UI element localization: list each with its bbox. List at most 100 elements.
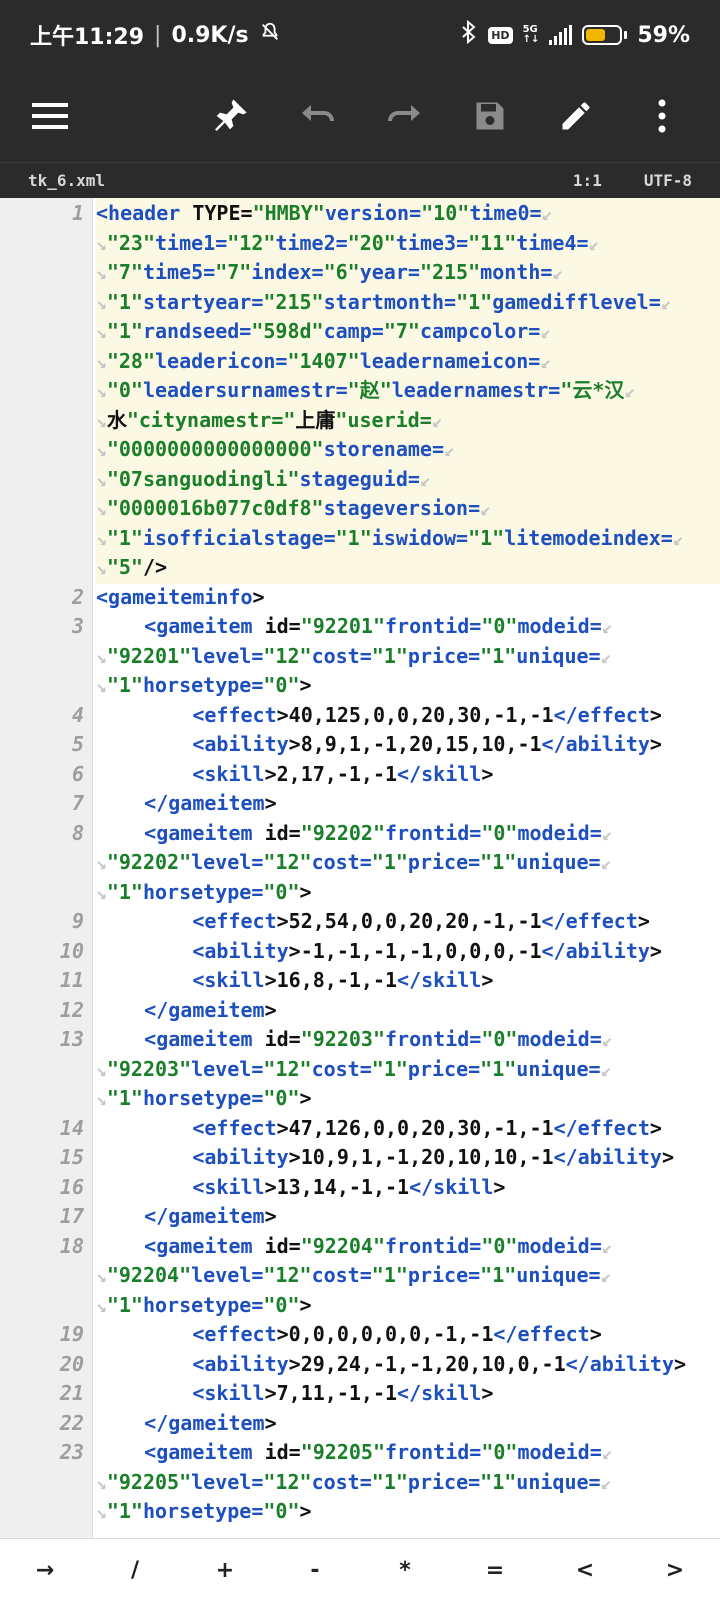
code-line[interactable]: 19 <effect>0,0,0,0,0,0,-1,-1</effect> — [0, 1319, 720, 1349]
save-icon[interactable] — [466, 92, 514, 140]
line-text: <skill>7,11,-1,-1</skill> — [192, 1381, 494, 1405]
line-text: ↘"07sanguodingli"stageguid=↙ — [96, 463, 720, 496]
hamburger-menu-icon[interactable] — [26, 92, 74, 140]
line-number: 2 — [71, 584, 84, 609]
code-line[interactable]: ↘"1"randseed="598d"camp="7"campcolor=↙ — [0, 316, 720, 348]
code-line[interactable]: ↘"23"time1="12"time2="20"time3="11"time4… — [0, 227, 720, 260]
symbol-key[interactable]: → — [10, 1558, 80, 1583]
line-text: ↘"1"horsetype="0"> — [96, 879, 312, 904]
code-line[interactable]: 6 <skill>2,17,-1,-1</skill> — [0, 759, 720, 789]
wrap-icon: ↙ — [660, 292, 672, 314]
code-line[interactable]: 21 <skill>7,11,-1,-1</skill> — [0, 1378, 720, 1408]
wrap-continue-icon: ↘ — [96, 1089, 107, 1110]
code-line[interactable]: 3 <gameitem id="92201"frontid="0"modeid=… — [0, 611, 720, 641]
wrap-icon: ↙ — [624, 381, 636, 402]
more-vert-icon[interactable] — [638, 92, 686, 140]
symbol-key[interactable]: + — [190, 1558, 260, 1583]
code-line[interactable]: 12 </gameitem> — [0, 995, 720, 1025]
line-text: <gameitem id="92201"frontid="0"modeid=↙ — [144, 614, 613, 638]
wrap-icon: ↙ — [600, 646, 612, 668]
wrap-continue-icon: ↘ — [96, 1266, 107, 1287]
line-text: ↘"1"randseed="598d"camp="7"campcolor=↙ — [96, 316, 720, 348]
wrap-continue-icon: ↘ — [96, 558, 107, 579]
pencil-icon[interactable] — [552, 92, 600, 140]
code-line[interactable]: 18 <gameitem id="92204"frontid="0"modeid… — [0, 1231, 720, 1261]
code-line[interactable]: 10 <ability>-1,-1,-1,-1,0,0,0,-1</abilit… — [0, 936, 720, 966]
status-time: 上午11:29 — [30, 25, 145, 50]
code-line[interactable]: 16 <skill>13,14,-1,-1</skill> — [0, 1172, 720, 1202]
line-text: <effect>40,125,0,0,20,30,-1,-1</effect> — [192, 702, 662, 727]
code-line[interactable]: ↘"07sanguodingli"stageguid=↙ — [0, 463, 720, 496]
line-text: ↘"0000000000000000"storename=↙ — [96, 434, 720, 466]
code-line[interactable]: 5 <ability>8,9,1,-1,20,15,10,-1</ability… — [0, 729, 720, 759]
symbol-key[interactable]: < — [550, 1558, 620, 1583]
code-line[interactable]: 15 <ability>10,9,1,-1,20,10,10,-1</abili… — [0, 1142, 720, 1172]
code-line[interactable]: 8 <gameitem id="92202"frontid="0"modeid=… — [0, 818, 720, 848]
line-number: 17 — [59, 1204, 84, 1228]
wrap-continue-icon: ↘ — [96, 233, 107, 255]
wrap-icon: ↙ — [601, 1443, 613, 1464]
code-line[interactable]: ↘"1"horsetype="0"> — [0, 1496, 720, 1526]
code-line[interactable]: ↘"92201"level="12"cost="1"price="1"uniqu… — [0, 641, 720, 671]
symbol-key[interactable]: > — [640, 1558, 710, 1583]
code-line[interactable]: ↘"92202"level="12"cost="1"price="1"uniqu… — [0, 847, 720, 877]
line-number: 20 — [59, 1351, 84, 1376]
symbol-key[interactable]: * — [370, 1558, 440, 1583]
code-line[interactable]: 11 <skill>16,8,-1,-1</skill> — [0, 965, 720, 995]
code-line[interactable]: 14 <effect>47,126,0,0,20,30,-1,-1</effec… — [0, 1113, 720, 1143]
code-line[interactable]: ↘"1"horsetype="0"> — [0, 670, 720, 700]
code-line[interactable]: ↘"1"startyear="215"startmonth="1"gamedif… — [0, 286, 720, 319]
code-line[interactable]: 4 <effect>40,125,0,0,20,30,-1,-1</effect… — [0, 700, 720, 730]
file-encoding[interactable]: UTF-8 — [644, 171, 692, 190]
status-bar: 上午11:29 | 0.9K/s HD 5G ↑↓ 59% — [0, 0, 720, 70]
line-text: ↘"1"horsetype="0"> — [96, 1292, 312, 1317]
line-text: ↘"28"leadericon="1407"leadernameicon=↙ — [96, 345, 720, 378]
code-line[interactable]: 22 </gameitem> — [0, 1408, 720, 1438]
symbol-key[interactable]: / — [100, 1558, 170, 1583]
code-line[interactable]: ↘"0000016b077c0df8"stageversion=↙ — [0, 493, 720, 525]
code-line[interactable]: ↘"92203"level="12"cost="1"price="1"uniqu… — [0, 1054, 720, 1084]
wrap-icon: ↙ — [600, 1059, 612, 1081]
redo-icon[interactable] — [380, 92, 428, 140]
file-name[interactable]: tk_6.xml — [28, 171, 105, 190]
code-editor[interactable]: 1 <header TYPE="HMBY"version="10"time0=↙ ↘… — [0, 198, 720, 1538]
code-line[interactable]: 2 <gameiteminfo> — [0, 582, 720, 612]
line-text: <header TYPE="HMBY"version="10"time0=↙ — [96, 198, 720, 230]
line-number: 21 — [59, 1381, 84, 1405]
code-line[interactable]: ↘"1"horsetype="0"> — [0, 1290, 720, 1320]
code-line[interactable]: ↘"1"horsetype="0"> — [0, 1083, 720, 1113]
code-line[interactable]: ↘水"citynamestr="上庸"userid=↙ — [0, 404, 720, 437]
line-text: ↘"92205"level="12"cost="1"price="1"uniqu… — [96, 1469, 612, 1494]
undo-icon[interactable] — [294, 92, 342, 140]
code-line[interactable]: ↘"92204"level="12"cost="1"price="1"uniqu… — [0, 1260, 720, 1290]
code-line[interactable]: ↘"1"isofficialstage="1"iswidow="1"litemo… — [0, 522, 720, 555]
wrap-continue-icon: ↘ — [96, 1059, 107, 1081]
code-line[interactable]: 17 </gameitem> — [0, 1201, 720, 1231]
wrap-continue-icon: ↘ — [96, 1295, 107, 1317]
code-line[interactable]: 7 </gameitem> — [0, 788, 720, 818]
code-line[interactable]: ↘"7"time5="7"index="6"year="215"month=↙ — [0, 257, 720, 289]
wrap-icon: ↙ — [540, 351, 552, 373]
code-line[interactable]: ↘"5"/> — [0, 552, 720, 584]
line-number: 13 — [59, 1027, 84, 1051]
code-line[interactable]: 13 <gameitem id="92203"frontid="0"modeid… — [0, 1024, 720, 1054]
code-line[interactable]: 9 <effect>52,54,0,0,20,20,-1,-1</effect> — [0, 906, 720, 936]
wrap-continue-icon: ↘ — [96, 1472, 107, 1494]
code-line[interactable]: 1 <header TYPE="HMBY"version="10"time0=↙ — [0, 198, 720, 230]
code-line[interactable]: ↘"0"leadersurnamestr="赵"leadernamestr="云… — [0, 375, 720, 407]
code-line[interactable]: ↘"1"horsetype="0"> — [0, 877, 720, 907]
wrap-continue-icon: ↘ — [96, 440, 107, 461]
line-number: 5 — [71, 732, 84, 756]
code-line[interactable]: 20 <ability>29,24,-1,-1,20,10,0,-1</abil… — [0, 1349, 720, 1379]
editor-toolbar — [0, 70, 720, 162]
symbol-key[interactable]: = — [460, 1558, 530, 1583]
line-text: <effect>0,0,0,0,0,0,-1,-1</effect> — [192, 1322, 602, 1346]
pin-icon[interactable] — [206, 92, 254, 140]
code-line[interactable]: ↘"92205"level="12"cost="1"price="1"uniqu… — [0, 1467, 720, 1497]
symbol-key[interactable]: - — [280, 1558, 350, 1583]
code-line[interactable]: 23 <gameitem id="92205"frontid="0"modeid… — [0, 1437, 720, 1467]
code-line[interactable]: ↘"0000000000000000"storename=↙ — [0, 434, 720, 466]
code-line[interactable]: ↘"28"leadericon="1407"leadernameicon=↙ — [0, 345, 720, 378]
line-number: 9 — [71, 909, 84, 933]
wrap-continue-icon: ↘ — [96, 381, 107, 402]
